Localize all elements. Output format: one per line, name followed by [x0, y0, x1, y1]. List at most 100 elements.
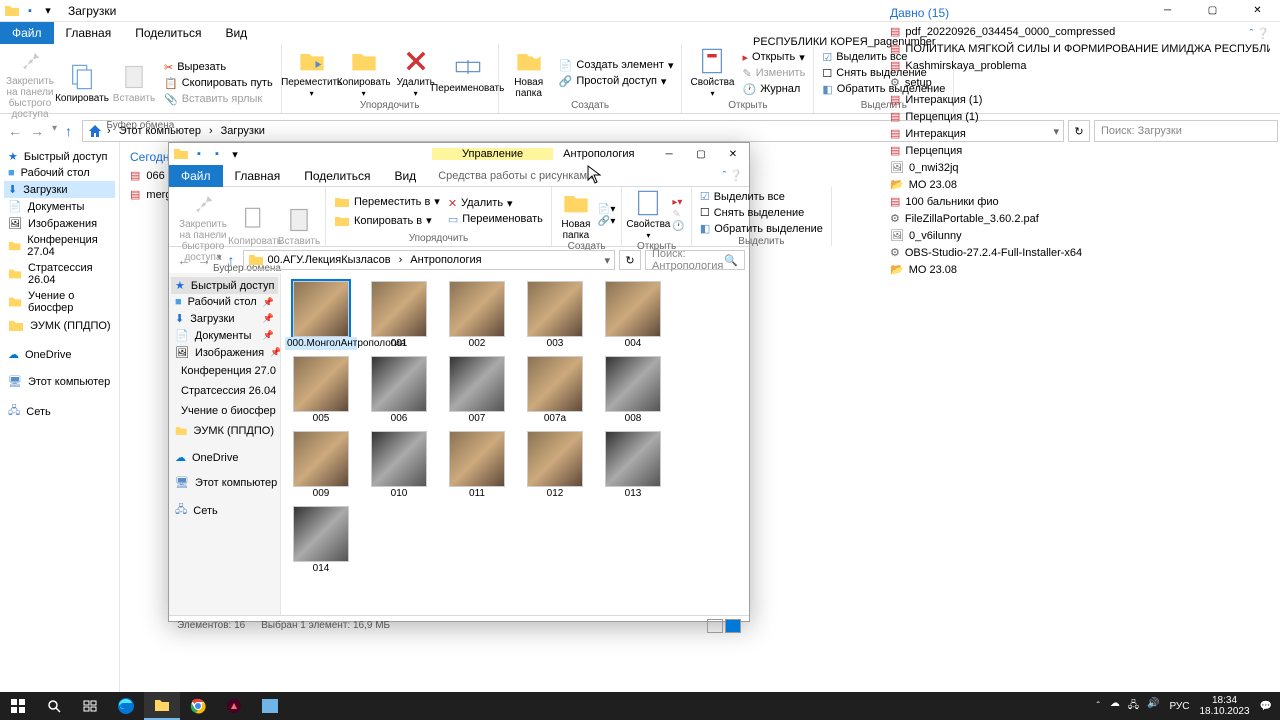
file-item[interactable]: ▤100 бальники фио — [890, 194, 1270, 209]
tray-clock[interactable]: 18:34 18.10.2023 — [1199, 695, 1249, 717]
sidebar-item-pictures[interactable]: 🖼Изображения — [4, 215, 115, 232]
thumbnail-item[interactable]: 011 — [441, 431, 513, 500]
sidebar-onedrive[interactable]: ☁OneDrive — [171, 449, 278, 466]
copy-to-button[interactable]: Копировать в ▾ — [332, 212, 442, 230]
new-item-button[interactable]: 📄Создать элемент ▾ — [557, 58, 676, 73]
rename-button[interactable]: Переименовать — [444, 53, 492, 94]
file-item[interactable]: ▤Перцепция (1) — [890, 109, 1270, 124]
sidebar-item-documents[interactable]: 📄Документы📌 — [171, 327, 278, 344]
sidebar-item-pictures[interactable]: 🖼Изображения📌 — [171, 344, 278, 361]
copy-path-button[interactable]: 📋Скопировать путь — [162, 76, 275, 91]
pin-button[interactable]: Закрепить на панели быстрого доступа — [6, 46, 54, 120]
forward-button[interactable]: → — [197, 252, 211, 268]
sidebar-item-desktop[interactable]: ■Рабочий стол📌 — [171, 294, 278, 310]
sidebar-item-folder[interactable]: Конференция 27.0 — [171, 361, 278, 381]
recent-dropdown[interactable]: ▾ — [52, 123, 57, 139]
thumbnail-item[interactable]: 005 — [285, 356, 357, 425]
tray-volume-icon[interactable]: 🔊 — [1147, 698, 1159, 715]
thumbnail-item[interactable]: 013 — [597, 431, 669, 500]
task-view-button[interactable] — [72, 692, 108, 720]
tray-language[interactable]: РУС — [1169, 701, 1189, 712]
recent-dropdown[interactable]: ▾ — [217, 252, 222, 268]
taskbar-app[interactable] — [252, 692, 288, 720]
thumbnail-item[interactable]: 006 — [363, 356, 435, 425]
thumbnail-item[interactable]: 009 — [285, 431, 357, 500]
thumbnail-item[interactable]: 002 — [441, 281, 513, 350]
thumbnail-item[interactable]: 007а — [519, 356, 591, 425]
tray-onedrive-icon[interactable]: ☁ — [1110, 698, 1120, 715]
tab-view[interactable]: Вид — [382, 165, 428, 187]
copy-button[interactable]: Копировать — [58, 63, 106, 104]
file-item[interactable]: 🖼0_v6ilunny — [890, 228, 1270, 243]
view-details-button[interactable] — [707, 619, 723, 633]
sidebar-item-folder[interactable]: ЭУМК (ППДПО) — [4, 316, 115, 336]
taskbar-edge[interactable] — [108, 692, 144, 720]
up-button[interactable]: ↑ — [65, 123, 72, 139]
file-item[interactable]: 📂МО 23.08 — [890, 262, 1270, 277]
sidebar-item-folder[interactable]: Учение о биосфер — [4, 288, 115, 316]
qat-dropdown-icon[interactable]: ▾ — [40, 3, 56, 19]
invert-selection-button[interactable]: ◧Обратить выделение — [698, 221, 825, 236]
tab-share[interactable]: Поделиться — [123, 22, 213, 44]
thumbnail-item[interactable]: 014 — [285, 506, 357, 575]
sidebar-this-pc[interactable]: 🖥Этот компьютер — [4, 373, 115, 390]
start-button[interactable] — [0, 692, 36, 720]
tray-network-icon[interactable]: 🖧 — [1128, 698, 1139, 715]
sidebar-network[interactable]: 🖧Сеть — [171, 499, 278, 522]
history-button[interactable]: 🕐Журнал — [740, 82, 807, 97]
move-to-button[interactable]: Переместить в ▾ — [332, 193, 442, 211]
delete-button[interactable]: ✕Удалить ▾ — [446, 196, 545, 211]
open-button[interactable]: ▸Открыть ▾ — [740, 50, 807, 65]
copy-to-button[interactable]: Копировать▾ — [340, 47, 388, 99]
sidebar-item-folder[interactable]: Стратсессия 26.04 — [171, 381, 278, 401]
edit-button[interactable]: ✎Изменить — [740, 66, 807, 81]
file-item[interactable]: 📂МО 23.08 — [890, 177, 1270, 192]
taskbar-explorer[interactable] — [144, 692, 180, 720]
thumbnail-item[interactable]: 007 — [441, 356, 513, 425]
qat-save-icon[interactable]: ▪ — [191, 146, 207, 162]
forward-button[interactable]: → — [30, 123, 44, 139]
sidebar-item-downloads[interactable]: ⬇Загрузки📌 — [171, 310, 278, 327]
sidebar-item-desktop[interactable]: ■Рабочий стол — [4, 165, 115, 181]
new-folder-button[interactable]: Новая папка — [505, 47, 553, 99]
thumbnail-item[interactable]: 003 — [519, 281, 591, 350]
file-item[interactable]: ▤Интеракция — [890, 126, 1270, 141]
qat-properties-icon[interactable]: ▪ — [209, 146, 225, 162]
properties-button[interactable]: Свойства▾ — [688, 47, 736, 99]
taskbar-chrome[interactable] — [180, 692, 216, 720]
sidebar-onedrive[interactable]: ☁OneDrive — [4, 346, 115, 363]
minimize-button[interactable]: ─ — [653, 143, 685, 165]
sidebar-item-documents[interactable]: 📄Документы — [4, 198, 115, 215]
file-item[interactable]: ▤Перцепция — [890, 143, 1270, 158]
tab-share[interactable]: Поделиться — [292, 165, 382, 187]
thumbnail-item[interactable]: 008 — [597, 356, 669, 425]
move-to-button[interactable]: Переместить▾ — [288, 47, 336, 99]
paste-button[interactable]: Вставить — [279, 206, 319, 247]
close-button[interactable]: ✕ — [717, 143, 749, 165]
address-input[interactable]: 00.АГУ.ЛекцияКызласов › Антропология ▾ — [243, 250, 615, 270]
qat-dropdown-icon[interactable]: ▾ — [227, 146, 243, 162]
back-button[interactable]: ← — [177, 252, 191, 268]
tab-file[interactable]: Файл — [0, 22, 54, 44]
file-item[interactable]: ▤ПОЛИТИКА МЯГКОЙ СИЛЫ И ФОРМИРОВАНИЕ ИМИ… — [890, 41, 1270, 56]
category-long-ago[interactable]: Давно (15) — [890, 6, 1270, 20]
thumbnail-item[interactable]: 012 — [519, 431, 591, 500]
new-folder-button[interactable]: Новая папка — [558, 189, 594, 241]
sidebar-item-folder[interactable]: Учение о биосфер — [171, 401, 278, 421]
thumbnail-item[interactable]: 001 — [363, 281, 435, 350]
select-none-button[interactable]: ☐Снять выделение — [698, 205, 825, 220]
search-button[interactable] — [36, 692, 72, 720]
sidebar-item-folder[interactable]: Стратсессия 26.04 — [4, 260, 115, 288]
search-input[interactable]: Поиск: Антропология🔍 — [645, 250, 745, 270]
back-button[interactable]: ← — [8, 123, 22, 139]
file-item[interactable]: ⚙OBS-Studio-27.2.4-Full-Installer-x64 — [890, 245, 1270, 260]
file-item[interactable]: ▤pdf_20220926_034454_0000_compressed — [890, 24, 1270, 39]
easy-access-button[interactable]: 🔗Простой доступ ▾ — [557, 74, 676, 89]
view-thumbnails-button[interactable] — [725, 619, 741, 633]
file-item[interactable]: ⚙FileZillaPortable_3.60.2.paf — [890, 211, 1270, 226]
thumbnail-item[interactable]: 000.МонголАнтропология — [285, 281, 357, 350]
help-icon[interactable]: ˆ ❔ — [723, 169, 749, 182]
thumbnail-item[interactable]: 004 — [597, 281, 669, 350]
properties-button[interactable]: Свойства▾ — [628, 189, 668, 241]
picture-tools-tab[interactable]: Управление — [432, 148, 553, 160]
